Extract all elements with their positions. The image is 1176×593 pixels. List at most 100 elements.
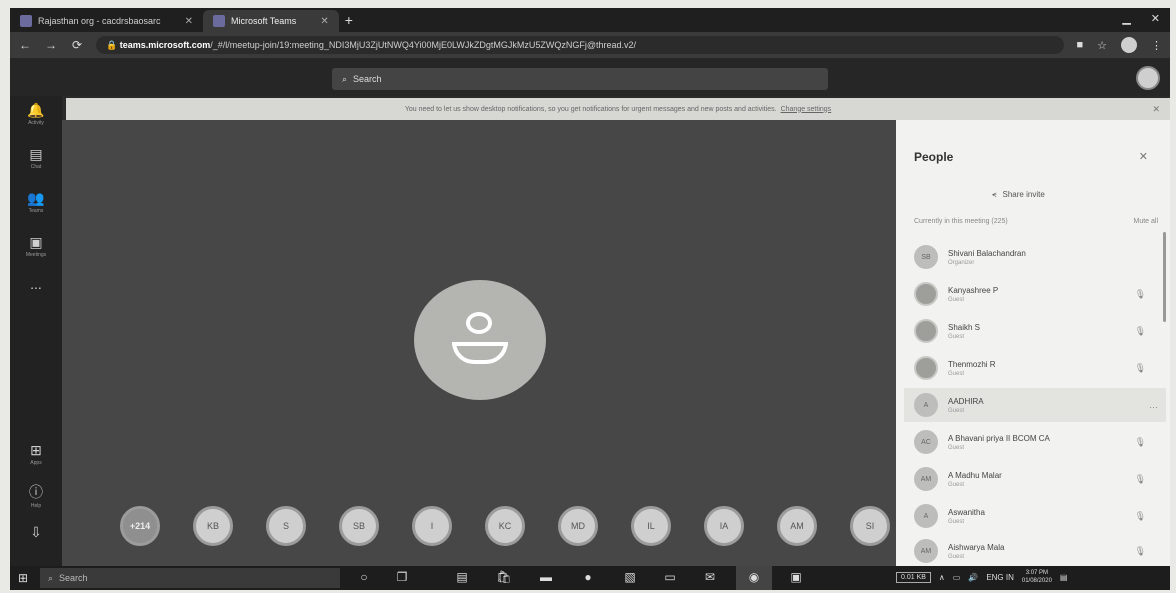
download-icon: ⇩ — [30, 524, 42, 540]
task-view-icon[interactable]: ❐ — [394, 570, 410, 584]
battery-icon[interactable]: ▭ — [953, 573, 961, 582]
rail-item-meetings[interactable]: ▣ Meetings — [10, 234, 62, 258]
taskbar-search-placeholder: Search — [59, 573, 88, 583]
teams-taskbar-icon[interactable]: ▣ — [788, 570, 804, 584]
search-icon: ⌕ — [342, 73, 348, 84]
apps-icon: ⊞ — [30, 442, 42, 458]
participant-row[interactable]: AM A Madhu Malar Guest 🎙 — [914, 462, 1154, 496]
participant-tile[interactable]: S — [266, 506, 306, 546]
participant-row[interactable]: Kanyashree P Guest 🎙 — [914, 277, 1154, 311]
taskbar-search-input[interactable]: ⌕ Search — [40, 568, 340, 588]
participant-tile[interactable]: AM — [777, 506, 817, 546]
windows-taskbar: ⊞ ⌕ Search ○ ❐ ▤ 🛍 ▬ ● ▧ ▭ ✉ ◉ ▣ 0.01 KB… — [10, 566, 1170, 590]
share-invite-button[interactable]: ⪪ Share invite — [992, 190, 1045, 200]
url-field[interactable]: 🔒 teams.microsoft.com /_#/l/meetup-join/… — [96, 36, 1065, 54]
change-settings-link[interactable]: Change settings — [781, 106, 832, 113]
browser-tab-1[interactable]: Rajasthan org - cacdrsbaosarc ✕ — [10, 10, 203, 32]
clock[interactable]: 3:07 PM 01/08/2020 — [1022, 569, 1052, 585]
volume-icon[interactable]: 🔊 — [968, 573, 978, 582]
store-icon[interactable]: 🛍 — [496, 570, 512, 584]
rail-item-help[interactable]: ⓘ Help — [10, 482, 62, 509]
more-options-icon[interactable]: … — [1149, 400, 1158, 410]
user-avatar[interactable] — [1136, 66, 1160, 90]
rail-item-download[interactable]: ⇩ — [10, 524, 62, 541]
tab-label: Rajasthan org - cacdrsbaosarc — [38, 16, 161, 26]
avatar: SB — [914, 245, 938, 269]
minimize-icon[interactable]: ▁ — [1122, 12, 1130, 25]
participant-tile[interactable]: SI — [850, 506, 890, 546]
participant-role: Guest — [948, 333, 965, 340]
mic-off-icon: 🎙 — [1134, 362, 1146, 373]
chrome-icon[interactable]: ◉ — [746, 570, 762, 584]
cortana-icon[interactable]: ○ — [356, 570, 372, 584]
participant-tile[interactable]: KB — [193, 506, 233, 546]
window-controls: ▁ ✕ — [1122, 12, 1160, 25]
notifications-icon[interactable]: ▤ — [1060, 573, 1068, 582]
close-tab-icon[interactable]: ✕ — [185, 16, 193, 27]
participant-row[interactable]: AC A Bhavani priya II BCOM CA Guest 🎙 — [914, 425, 1154, 459]
person-head-icon — [466, 312, 492, 334]
help-icon: ⓘ — [29, 484, 43, 500]
rail-item-teams[interactable]: 👥 Teams — [10, 190, 62, 214]
menu-icon[interactable]: ⋮ — [1151, 39, 1162, 52]
mute-all-button[interactable]: Mute all — [1133, 218, 1158, 225]
avatar: A — [914, 504, 938, 528]
rail-label: Chat — [30, 164, 42, 170]
participant-row[interactable]: Thenmozhi R Guest 🎙 — [914, 351, 1154, 385]
participant-tile[interactable]: SB — [339, 506, 379, 546]
profile-avatar[interactable] — [1121, 37, 1137, 53]
reload-icon[interactable]: ⟳ — [70, 38, 84, 52]
participant-tile[interactable]: I — [412, 506, 452, 546]
close-icon[interactable]: ✕ — [1139, 150, 1148, 163]
lang-indicator[interactable]: ENG IN — [986, 573, 1014, 582]
file-icon[interactable]: ▧ — [622, 570, 638, 584]
close-tab-icon[interactable]: ✕ — [320, 16, 328, 27]
browser-tab-2[interactable]: Microsoft Teams ✕ — [202, 10, 339, 32]
lock-icon: 🔒 — [106, 39, 120, 50]
participant-name: Aishwarya Mala — [948, 542, 1005, 552]
mic-off-icon: 🎙 — [1134, 288, 1146, 299]
people-pane: People ✕ ⪪ Share invite Currently in thi… — [896, 120, 1170, 566]
notification-banner: You need to let us show desktop notifica… — [66, 98, 1170, 120]
participant-tile[interactable]: IL — [631, 506, 671, 546]
search-placeholder: Search — [353, 74, 382, 84]
time: 3:07 PM — [1025, 570, 1049, 576]
new-tab-button[interactable]: + — [345, 12, 353, 28]
back-icon[interactable]: ← — [18, 38, 32, 52]
participant-row[interactable]: SB Shivani Balachandran Organizer — [914, 240, 1154, 274]
windows-start-icon[interactable]: ⊞ — [18, 571, 28, 585]
participant-tile[interactable]: IA — [704, 506, 744, 546]
folder-icon[interactable]: ▭ — [662, 570, 678, 584]
avatar: AM — [914, 467, 938, 491]
camera-icon[interactable]: ■ — [1076, 39, 1083, 51]
rail-label: Apps — [30, 460, 42, 466]
close-banner-icon[interactable]: ✕ — [1152, 104, 1160, 115]
teams-search-input[interactable]: ⌕ Search — [332, 68, 828, 90]
rail-item-activity[interactable]: 🔔 Activity — [10, 102, 62, 126]
tray-expand-icon[interactable]: ∧ — [939, 573, 945, 582]
in-meeting-section: Currently in this meeting (225) — [914, 218, 1008, 225]
scrollbar[interactable] — [1163, 232, 1166, 322]
participant-row[interactable]: A AADHIRA Guest … — [904, 388, 1166, 422]
participant-row[interactable]: Shaikh S Guest 🎙 — [914, 314, 1154, 348]
star-icon[interactable]: ☆ — [1097, 39, 1107, 52]
participant-avatar-large — [414, 280, 546, 400]
participant-tile[interactable]: MD — [558, 506, 598, 546]
app-icon[interactable]: ▤ — [454, 570, 470, 584]
close-window-icon[interactable]: ✕ — [1151, 12, 1160, 25]
participant-tile[interactable]: KC — [485, 506, 525, 546]
chat-icon: ▤ — [29, 146, 43, 162]
rail-item-apps[interactable]: ⊞ Apps — [10, 442, 62, 466]
browser-icon[interactable]: ● — [580, 570, 596, 584]
participant-name: Shaikh S — [948, 322, 981, 332]
overflow-participants-button[interactable]: +214 — [120, 506, 160, 546]
participant-role: Guest — [948, 370, 965, 377]
briefcase-icon[interactable]: ▬ — [538, 570, 554, 584]
participant-row[interactable]: A Aswanitha Guest 🎙 — [914, 499, 1154, 533]
mic-off-icon: 🎙 — [1134, 510, 1146, 521]
rail-item-more[interactable]: ... — [10, 276, 62, 292]
mail-icon[interactable]: ✉ — [702, 570, 718, 584]
forward-icon[interactable]: → — [44, 38, 58, 52]
rail-item-chat[interactable]: ▤ Chat — [10, 146, 62, 170]
participant-row[interactable]: AM Aishwarya Mala Guest 🎙 — [914, 534, 1154, 568]
